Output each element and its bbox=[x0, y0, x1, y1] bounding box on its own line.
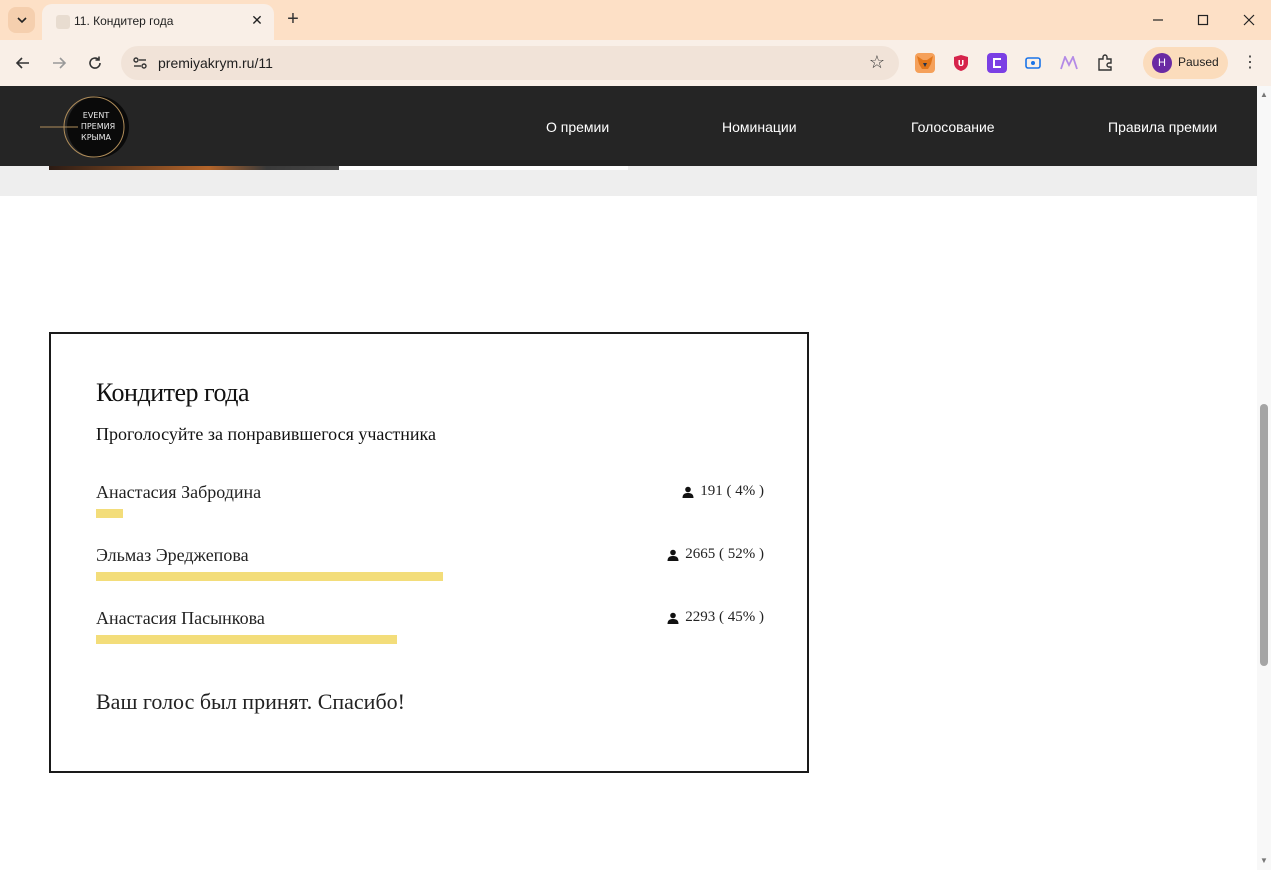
vote-bar bbox=[96, 635, 397, 644]
logo-line-3: КРЫМА bbox=[81, 133, 111, 142]
extension-c-icon[interactable] bbox=[987, 53, 1007, 73]
maximize-icon[interactable] bbox=[1193, 10, 1213, 30]
scroll-up-icon[interactable]: ▲ bbox=[1260, 90, 1268, 99]
vote-count: 2293 ( 45% ) bbox=[685, 609, 764, 625]
vote-bar bbox=[96, 509, 123, 518]
scroll-thumb[interactable] bbox=[1260, 404, 1268, 666]
person-icon bbox=[667, 612, 679, 624]
tab-search-button[interactable] bbox=[8, 7, 35, 33]
nav-link-about[interactable]: О премии bbox=[546, 119, 609, 135]
poll-option: Анастасия Забродина 191 ( 4% ) bbox=[96, 482, 764, 532]
back-arrow-icon[interactable] bbox=[12, 52, 34, 74]
page-viewport: EVENT ПРЕМИЯ КРЫМА О премии Номинации Го… bbox=[0, 86, 1257, 870]
screen-capture-icon[interactable] bbox=[1023, 53, 1043, 73]
ublock-shield-icon[interactable]: U bbox=[951, 53, 971, 73]
browser-tabstrip: 11. Кондитер года ✕ + bbox=[0, 0, 1271, 40]
poll-option: Анастасия Пасынкова 2293 ( 45% ) bbox=[96, 608, 764, 658]
reload-icon[interactable] bbox=[84, 52, 106, 74]
vote-bar-track bbox=[96, 572, 764, 581]
vote-bar-track bbox=[96, 635, 764, 644]
minimize-icon[interactable] bbox=[1148, 10, 1168, 30]
nav-link-rules[interactable]: Правила премии bbox=[1108, 119, 1217, 135]
metamask-fox-icon[interactable] bbox=[915, 53, 935, 73]
url-text[interactable]: premiyakrym.ru/11 bbox=[158, 55, 273, 71]
browser-tab[interactable]: 11. Кондитер года ✕ bbox=[42, 4, 274, 40]
option-name: Анастасия Забродина bbox=[96, 482, 262, 502]
option-votes: 2665 ( 52% ) bbox=[667, 546, 764, 563]
logo-line-1: EVENT bbox=[83, 111, 110, 120]
extension-m-icon[interactable] bbox=[1059, 53, 1079, 73]
vote-count: 191 ( 4% ) bbox=[700, 483, 764, 499]
close-window-icon[interactable] bbox=[1239, 10, 1259, 30]
extensions-puzzle-icon[interactable] bbox=[1095, 53, 1115, 73]
profile-status: Paused bbox=[1178, 55, 1219, 69]
close-tab-icon[interactable]: ✕ bbox=[249, 12, 265, 28]
forward-arrow-icon[interactable] bbox=[48, 52, 70, 74]
vote-count: 2665 ( 52% ) bbox=[685, 546, 764, 562]
vote-bar bbox=[96, 572, 443, 581]
option-votes: 2293 ( 45% ) bbox=[667, 609, 764, 626]
person-icon bbox=[682, 486, 694, 498]
browser-menu-icon[interactable]: ⋮ bbox=[1241, 52, 1259, 74]
vote-accepted-message: Ваш голос был принят. Спасибо! bbox=[96, 689, 405, 714]
nav-link-nominations[interactable]: Номинации bbox=[722, 119, 797, 135]
profile-button[interactable]: H Paused bbox=[1143, 47, 1228, 79]
person-icon bbox=[667, 549, 679, 561]
scroll-down-icon[interactable]: ▼ bbox=[1260, 856, 1268, 865]
poll-subtitle: Проголосуйте за понравившегося участника bbox=[96, 424, 436, 444]
poll-title: Кондитер года bbox=[96, 378, 250, 407]
new-tab-button[interactable]: + bbox=[283, 9, 303, 29]
favicon-icon bbox=[56, 15, 70, 29]
nav-link-voting[interactable]: Голосование bbox=[911, 119, 995, 135]
poll-option: Эльмаз Эреджепова 2665 ( 52% ) bbox=[96, 545, 764, 595]
site-header: EVENT ПРЕМИЯ КРЫМА О премии Номинации Го… bbox=[0, 86, 1257, 166]
poll-card: Кондитер года Проголосуйте за понравивше… bbox=[49, 332, 809, 773]
site-logo[interactable]: EVENT ПРЕМИЯ КРЫМА bbox=[40, 96, 132, 158]
option-name: Эльмаз Эреджепова bbox=[96, 545, 249, 565]
logo-line-2: ПРЕМИЯ bbox=[81, 122, 115, 131]
browser-toolbar: premiyakrym.ru/11 ☆ U H Paused ⋮ bbox=[0, 40, 1271, 86]
bookmark-star-icon[interactable]: ☆ bbox=[869, 52, 885, 73]
option-votes: 191 ( 4% ) bbox=[682, 483, 764, 500]
vote-bar-track bbox=[96, 509, 764, 518]
option-name: Анастасия Пасынкова bbox=[96, 608, 265, 628]
svg-text:U: U bbox=[958, 59, 965, 68]
site-info-icon[interactable] bbox=[131, 54, 149, 72]
tab-title: 11. Кондитер года bbox=[74, 14, 174, 28]
address-bar[interactable]: premiyakrym.ru/11 ☆ bbox=[121, 46, 899, 80]
avatar: H bbox=[1152, 53, 1172, 73]
chevron-down-icon bbox=[16, 17, 27, 24]
page-scrollbar[interactable]: ▲ ▼ bbox=[1257, 86, 1271, 870]
